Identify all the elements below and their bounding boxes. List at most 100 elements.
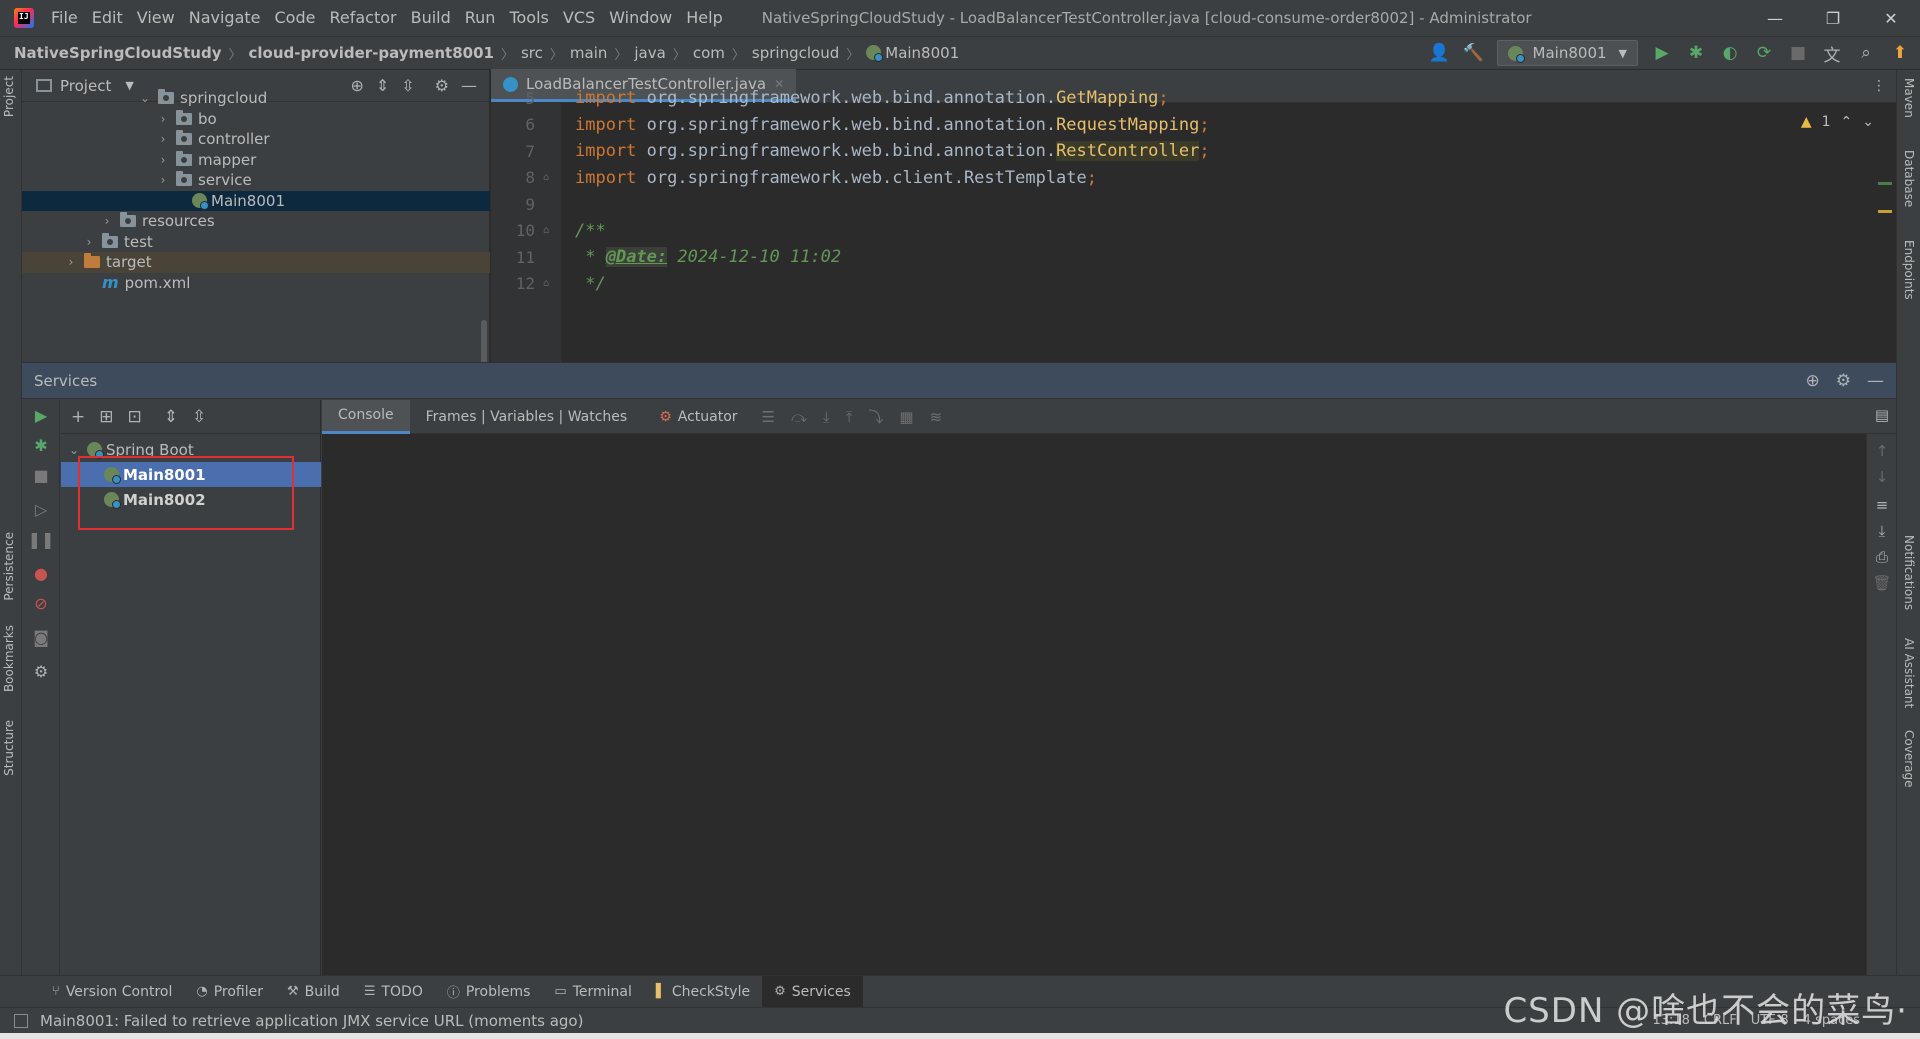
chevron-right-icon[interactable]: › [82,235,96,249]
menu-item-view[interactable]: View [130,0,182,36]
breadcrumb-item[interactable]: springcloud [752,44,839,62]
breadcrumb-item[interactable]: NativeSpringCloudStudy [14,44,221,62]
code-line[interactable]: 6 import org.springframework.web.bind.ann… [491,112,1209,139]
gear-icon[interactable]: ⚙ [1836,371,1851,391]
tool-tab-checkstyle[interactable]: ▌ CheckStyle [644,976,762,1008]
run-icon[interactable]: ▶ [1652,43,1672,63]
toggle-tool-windows-icon[interactable] [14,1013,28,1028]
translate-icon[interactable]: 文 [1822,41,1842,66]
tab-frames-variables-watches[interactable]: Frames | Variables | Watches [410,400,644,434]
chevron-right-icon[interactable]: › [156,173,170,187]
hammer-icon[interactable]: 🔨 [1463,43,1484,63]
tab-console[interactable]: Console [322,399,410,434]
hide-icon[interactable]: — [1867,371,1884,391]
code-line[interactable]: 7 import org.springframework.web.bind.ann… [491,138,1210,165]
tool-tab-structure[interactable]: Structure [2,720,16,776]
tree-item-target[interactable]: › target [22,252,490,273]
tool-tab-version-control[interactable]: ⑂ Version Control [40,976,184,1008]
mute-breakpoints-icon[interactable]: ⊘ [22,594,60,613]
menu-item-code[interactable]: Code [268,0,323,36]
layout-icon[interactable]: ▤ [1867,406,1897,424]
tool-tab-coverage[interactable]: Coverage [1902,730,1916,788]
chevron-down-icon[interactable]: ⌄ [138,91,152,105]
tool-tab-database[interactable]: Database [1902,150,1916,207]
debug-icon[interactable]: ✱ [1686,43,1706,63]
breadcrumb-item[interactable]: java [634,44,665,62]
breadcrumb-item[interactable]: Main8001 [866,44,959,62]
chevron-right-icon[interactable]: › [156,153,170,167]
update-icon[interactable]: ⬆ [1890,43,1910,63]
print-icon[interactable]: ⎙ [1867,548,1897,566]
debug-icon[interactable]: ✱ [22,436,60,455]
change-marker[interactable] [1878,182,1892,185]
breadcrumb-item[interactable]: main [570,44,607,62]
evaluate-icon[interactable]: ▦ [899,408,913,426]
stop-icon[interactable]: ■ [22,466,60,485]
step-over-icon[interactable]: ⤼ [791,408,807,426]
tool-tab-maven[interactable]: Maven [1902,78,1916,118]
scroll-to-end-icon[interactable]: ⤓ [1867,522,1897,540]
chevron-up-icon[interactable]: ⌃ [1841,114,1853,130]
tree-item-resources[interactable]: › resources [22,211,490,232]
chevron-right-icon[interactable]: › [156,132,170,146]
code-line[interactable]: 12 ⌂ */ [491,271,606,298]
tree-item-mapper[interactable]: › mapper [22,150,490,171]
tool-tab-project[interactable]: Project [2,76,16,117]
code-line[interactable]: 5 import org.springframework.web.bind.ann… [491,85,1168,112]
menu-item-edit[interactable]: Edit [85,0,130,36]
tab-actuator[interactable]: ⚙ Actuator [643,400,753,434]
add-service-icon[interactable]: + [71,407,85,427]
tool-tab-persistence[interactable]: Persistence [2,532,16,601]
tool-tab-services[interactable]: ⚙ Services [762,975,863,1008]
trace-icon[interactable]: ≋ [930,408,943,426]
service-item-main8001[interactable]: Main8001 [61,462,321,487]
tree-item-service[interactable]: › service [22,170,490,191]
menu-item-window[interactable]: Window [602,0,679,36]
tree-item-springcloud[interactable]: ⌄ springcloud [22,88,490,109]
down-arrow-icon[interactable]: ↓ [1867,468,1897,486]
tool-tab-profiler[interactable]: ◔ Profiler [184,976,275,1008]
breakpoints-icon[interactable]: ● [22,564,60,583]
expand-all-icon[interactable]: ⇕ [164,407,178,427]
tool-tab-terminal[interactable]: ▭ Terminal [542,976,643,1008]
tool-tab-todo[interactable]: ☰ TODO [352,976,435,1008]
tool-tab-build[interactable]: ⚒ Build [275,976,352,1008]
settings-icon[interactable]: ⚙ [22,662,60,681]
menu-item-run[interactable]: Run [458,0,503,36]
search-icon[interactable]: ⌕ [1856,43,1876,63]
group-by-icon[interactable]: ⊞ [99,407,113,427]
tool-tab-bookmarks[interactable]: Bookmarks [2,625,16,692]
profile-icon[interactable]: ⟳ [1754,43,1774,63]
close-icon[interactable]: ✕ [1862,0,1920,36]
threads-icon[interactable]: ☰ [762,408,775,426]
spring-boot-group[interactable]: ⌄ Spring Boot [61,437,321,462]
user-icon[interactable]: 👤 [1429,43,1450,63]
tool-tab-problems[interactable]: ⓘ Problems [435,976,543,1008]
tree-item-pom-xml[interactable]: m pom.xml [22,273,490,294]
globe-icon[interactable]: ⊕ [1806,371,1820,391]
pause-icon[interactable]: ❚❚ [22,530,60,549]
soft-wrap-icon[interactable]: ≡ [1867,496,1897,514]
restore-icon[interactable]: ❐ [1804,0,1862,36]
collapse-all-icon[interactable]: ⇳ [192,407,206,427]
code-line[interactable]: 9 [491,191,575,218]
menu-item-build[interactable]: Build [404,0,458,36]
menu-item-help[interactable]: Help [679,0,729,36]
tool-tab-notifications[interactable]: Notifications [1902,535,1916,610]
fold-icon[interactable]: ⌂ [535,278,557,289]
menu-item-vcs[interactable]: VCS [556,0,602,36]
menu-item-navigate[interactable]: Navigate [182,0,268,36]
menu-item-tools[interactable]: Tools [502,0,555,36]
run-icon[interactable]: ▶ [22,406,60,425]
chevron-down-icon[interactable]: ⌄ [67,443,81,457]
tool-tab-ai-assistant[interactable]: AI Assistant [1902,638,1916,708]
coverage-icon[interactable]: ◐ [1720,43,1740,63]
console-output[interactable] [322,434,1866,976]
tree-item-bo[interactable]: › bo [22,109,490,130]
tool-tab-endpoints[interactable]: Endpoints [1902,240,1916,300]
run-to-cursor-icon[interactable]: ⤵ [868,406,883,427]
fold-icon[interactable]: ⌂ [535,172,557,183]
status-message[interactable]: Main8001: Failed to retrieve application… [40,1012,583,1030]
new-tab-icon[interactable]: ⊡ [128,407,142,427]
menu-item-file[interactable]: File [44,0,85,36]
